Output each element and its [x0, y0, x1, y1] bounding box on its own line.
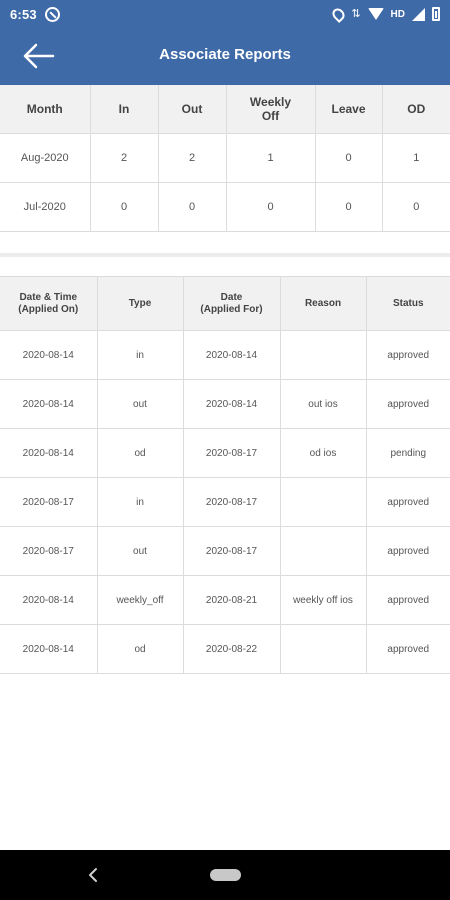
app-bar: Associate Reports — [0, 28, 450, 85]
status-icons: ⇅ HD — [330, 5, 440, 23]
applied-for-cell: 2020-08-17 — [183, 477, 281, 527]
reason-cell — [280, 526, 367, 576]
details-header-row: Date & Time (Applied On) Type Date (Appl… — [0, 276, 450, 331]
summary-row: Jul-2020 0 0 0 0 0 — [0, 182, 450, 232]
type-cell: od — [97, 428, 184, 478]
status-time: 6:53 — [10, 6, 37, 22]
summary-header-month: Month — [0, 85, 91, 134]
summary-cell: 1 — [226, 133, 316, 183]
header-line: (Applied On) — [18, 303, 79, 315]
applied-for-cell: 2020-08-17 — [183, 526, 281, 576]
applied-on-cell: 2020-08-14 — [0, 330, 98, 380]
type-cell: in — [97, 330, 184, 380]
status-cell: approved — [366, 330, 450, 380]
applied-on-cell: 2020-08-14 — [0, 575, 98, 625]
table-row[interactable]: 2020-08-14 in 2020-08-14 approved — [0, 330, 450, 380]
status-cell: approved — [366, 379, 450, 429]
summary-cell: 0 — [158, 182, 227, 232]
page-title: Associate Reports — [159, 46, 291, 63]
status-cell: approved — [366, 624, 450, 674]
applied-on-cell: 2020-08-14 — [0, 428, 98, 478]
table-row[interactable]: 2020-08-17 out 2020-08-17 approved — [0, 526, 450, 576]
applied-on-cell: 2020-08-17 — [0, 526, 98, 576]
nav-back-button[interactable] — [86, 866, 100, 884]
status-cell: pending — [366, 428, 450, 478]
summary-table: Month In Out Weekly Off Leave OD Aug-202… — [0, 85, 450, 232]
summary-header-out: Out — [158, 85, 227, 134]
sync-icon — [44, 6, 60, 22]
summary-cell: Aug-2020 — [0, 133, 91, 183]
details-header-applied-on: Date & Time (Applied On) — [0, 276, 98, 331]
summary-cell: 0 — [315, 133, 383, 183]
reason-cell: out ios — [280, 379, 367, 429]
applied-on-cell: 2020-08-17 — [0, 477, 98, 527]
nav-back-icon — [89, 868, 97, 882]
header-line: Date & Time — [19, 291, 78, 303]
header-line: Type — [128, 297, 152, 309]
home-pill-icon[interactable] — [210, 869, 241, 881]
details-header-reason: Reason — [280, 276, 367, 331]
network-label: HD — [390, 8, 405, 20]
status-bar: 6:53 ⇅ HD — [0, 0, 450, 28]
reason-cell — [280, 330, 367, 380]
status-cell: approved — [366, 575, 450, 625]
status-cell: approved — [366, 477, 450, 527]
summary-cell: 0 — [382, 182, 450, 232]
summary-header-row: Month In Out Weekly Off Leave OD — [0, 85, 450, 134]
summary-cell: 2 — [158, 133, 227, 183]
header-line: Date — [220, 291, 243, 303]
details-table: Date & Time (Applied On) Type Date (Appl… — [0, 276, 450, 674]
details-header-type: Type — [97, 276, 184, 331]
reason-cell: weekly off ios — [280, 575, 367, 625]
applied-for-cell: 2020-08-21 — [183, 575, 281, 625]
data-transfer-icon: ⇅ — [351, 7, 361, 20]
type-cell: out — [97, 526, 184, 576]
summary-header-in: In — [90, 85, 159, 134]
summary-cell: 1 — [382, 133, 450, 183]
table-row[interactable]: 2020-08-14 od 2020-08-22 approved — [0, 624, 450, 674]
summary-cell: 2 — [90, 133, 159, 183]
reason-cell — [280, 477, 367, 527]
applied-for-cell: 2020-08-17 — [183, 428, 281, 478]
summary-cell: 0 — [90, 182, 159, 232]
table-row[interactable]: 2020-08-14 out 2020-08-14 out ios approv… — [0, 379, 450, 429]
details-header-applied-for: Date (Applied For) — [183, 276, 281, 331]
section-divider — [0, 253, 450, 257]
applied-for-cell: 2020-08-22 — [183, 624, 281, 674]
applied-for-cell: 2020-08-14 — [183, 330, 281, 380]
summary-cell: 0 — [315, 182, 383, 232]
summary-header-leave: Leave — [315, 85, 383, 134]
wifi-icon — [367, 8, 384, 20]
reason-cell — [280, 624, 367, 674]
header-line: Reason — [304, 297, 342, 309]
table-row[interactable]: 2020-08-17 in 2020-08-17 approved — [0, 477, 450, 527]
type-cell: in — [97, 477, 184, 527]
summary-row: Aug-2020 2 2 1 0 1 — [0, 133, 450, 183]
battery-icon — [432, 7, 440, 21]
type-cell: od — [97, 624, 184, 674]
location-icon — [330, 5, 348, 23]
header-line: Status — [392, 297, 424, 309]
table-row[interactable]: 2020-08-14 weekly_off 2020-08-21 weekly … — [0, 575, 450, 625]
reason-cell: od ios — [280, 428, 367, 478]
summary-header-od: OD — [382, 85, 450, 134]
table-row[interactable]: 2020-08-14 od 2020-08-17 od ios pending — [0, 428, 450, 478]
type-cell: out — [97, 379, 184, 429]
type-cell: weekly_off — [97, 575, 184, 625]
applied-on-cell: 2020-08-14 — [0, 624, 98, 674]
details-header-status: Status — [366, 276, 450, 331]
summary-cell: Jul-2020 — [0, 182, 91, 232]
system-nav-bar — [0, 850, 450, 900]
summary-cell: 0 — [226, 182, 316, 232]
weekly-off-label: Weekly Off — [249, 94, 292, 123]
status-cell: approved — [366, 526, 450, 576]
applied-for-cell: 2020-08-14 — [183, 379, 281, 429]
signal-icon — [412, 7, 425, 21]
applied-on-cell: 2020-08-14 — [0, 379, 98, 429]
header-line: (Applied For) — [200, 303, 263, 315]
summary-header-weekly-off: Weekly Off — [226, 85, 316, 134]
